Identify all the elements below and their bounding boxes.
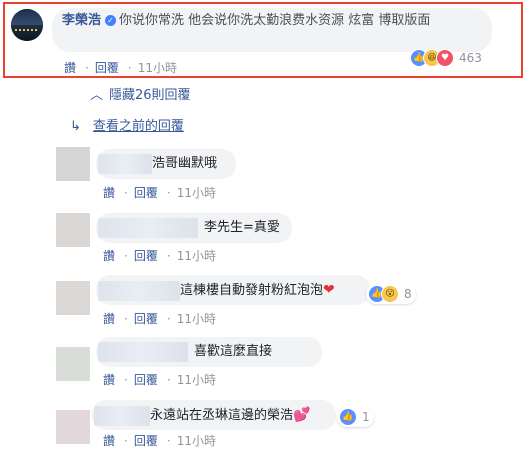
reply-text: 浩哥幽默哦 — [152, 156, 218, 171]
avatar[interactable] — [56, 147, 90, 181]
like-action[interactable]: 讚 — [103, 186, 115, 200]
reply-content: 喜歡這麼直接 — [98, 337, 272, 367]
reply-action[interactable]: 回覆 — [95, 61, 119, 75]
reaction-summary[interactable]: 👍 😆 ♥ 463 — [410, 48, 482, 68]
timestamp[interactable]: 11小時 — [138, 61, 177, 75]
reply-text: 永遠站在丞琳這邊的榮浩 — [150, 408, 294, 423]
reaction-summary[interactable]: 👍 😮 8 — [366, 284, 416, 304]
like-action[interactable]: 讚 — [103, 434, 115, 448]
avatar[interactable] — [56, 347, 90, 381]
reply-action[interactable]: 回覆 — [134, 312, 158, 326]
comment-text: 李榮浩 ✓ 你说你常洗 他会说你洗太勤浪费水资源 炫富 博取版面 — [62, 12, 482, 30]
reply-actions: 讚 · 回覆 · 11小時 — [103, 373, 216, 387]
hide-replies-label: 隱藏26則回覆 — [109, 88, 191, 103]
heart-emoji-icon: ❤ — [323, 282, 335, 298]
timestamp[interactable]: 11小時 — [177, 186, 216, 200]
avatar[interactable] — [56, 213, 90, 247]
reply-content: 李先生=真愛 — [98, 213, 280, 243]
blurred-name[interactable] — [98, 217, 198, 238]
author-name[interactable]: 李榮浩 — [62, 13, 101, 28]
previous-replies-link[interactable]: ↳ 查看之前的回覆 — [70, 115, 184, 134]
reply-actions: 讚 · 回覆 · 11小時 — [103, 434, 216, 448]
blurred-name[interactable] — [98, 153, 152, 174]
like-icon: 👍 — [339, 408, 357, 426]
reply-action[interactable]: 回覆 — [134, 186, 158, 200]
reply-text: 這棟樓自動發射粉紅泡泡 — [180, 283, 324, 298]
reply-content: 這棟樓自動發射粉紅泡泡❤ — [98, 275, 335, 306]
timestamp[interactable]: 11小時 — [177, 373, 216, 387]
chevron-up-icon: ︿ — [90, 88, 104, 103]
reply-actions: 讚 · 回覆 · 11小時 — [103, 312, 216, 326]
reply-actions: 讚 · 回覆 · 11小時 — [103, 186, 216, 200]
reaction-summary[interactable]: 👍 1 — [337, 407, 374, 427]
avatar[interactable] — [11, 9, 43, 41]
timestamp[interactable]: 11小時 — [177, 434, 216, 448]
hide-replies-link[interactable]: ︿ 隱藏26則回覆 — [90, 84, 191, 103]
blurred-name[interactable] — [98, 280, 180, 301]
reply-actions: 讚 · 回覆 · 11小時 — [103, 249, 216, 263]
previous-replies-label: 查看之前的回覆 — [92, 119, 184, 134]
love-icon: ♥ — [436, 49, 454, 67]
reply-text: 李先生=真愛 — [204, 220, 280, 235]
like-action[interactable]: 讚 — [64, 61, 76, 75]
reply-text: 喜歡這麼直接 — [194, 344, 273, 359]
comment-body: 你说你常洗 他会说你洗太勤浪费水资源 炫富 博取版面 — [119, 13, 431, 28]
reply-arrow-icon: ↳ — [70, 119, 81, 134]
comment-actions: 讚 · 回覆 · 11小時 — [64, 61, 177, 75]
timestamp[interactable]: 11小時 — [177, 312, 216, 326]
reply-action[interactable]: 回覆 — [134, 373, 158, 387]
blurred-name[interactable] — [94, 405, 150, 426]
hearts-emoji-icon: 💕 — [293, 407, 311, 423]
like-action[interactable]: 讚 — [103, 249, 115, 263]
wow-icon: 😮 — [381, 285, 399, 303]
reply-content: 浩哥幽默哦 — [98, 149, 217, 179]
verified-badge-icon: ✓ — [105, 15, 117, 26]
avatar[interactable] — [56, 410, 90, 444]
like-action[interactable]: 讚 — [103, 373, 115, 387]
reply-content: 永遠站在丞琳這邊的榮浩💕 — [94, 400, 310, 431]
reaction-count: 463 — [459, 51, 482, 65]
blurred-name[interactable] — [98, 341, 188, 362]
avatar[interactable] — [56, 281, 90, 315]
like-action[interactable]: 讚 — [103, 312, 115, 326]
reaction-count: 8 — [404, 287, 412, 301]
reply-action[interactable]: 回覆 — [134, 434, 158, 448]
reply-action[interactable]: 回覆 — [134, 249, 158, 263]
timestamp[interactable]: 11小時 — [177, 249, 216, 263]
reaction-count: 1 — [362, 410, 370, 424]
